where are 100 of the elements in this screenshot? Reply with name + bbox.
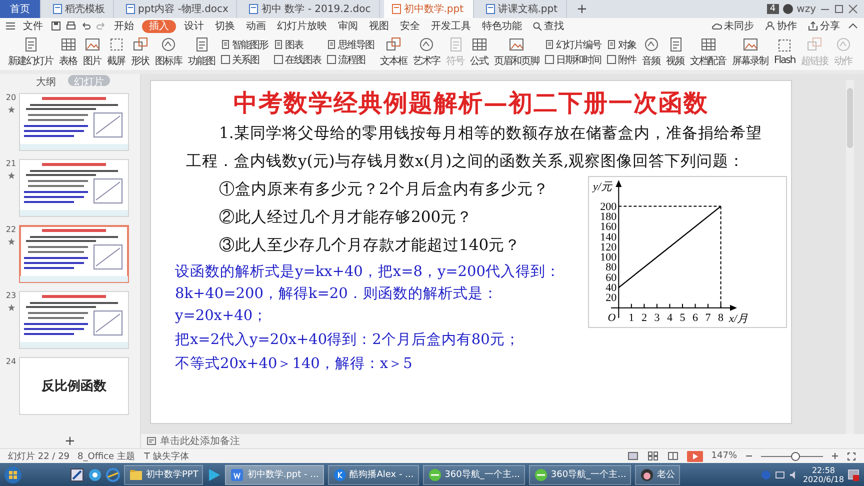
taskbar-button[interactable]: 酷狗播Alex - ... xyxy=(328,464,419,484)
scrollbar-thumb[interactable] xyxy=(847,88,853,148)
document-tab[interactable]: 初中数学.ppt xyxy=(384,0,474,18)
document-icon xyxy=(194,36,209,52)
ribbon-button[interactable]: 屏幕录制 xyxy=(730,34,770,70)
ribbon-button[interactable]: 图片 xyxy=(81,34,103,70)
toolbar-button[interactable]: 协作 xyxy=(762,20,800,32)
ribbon-button[interactable]: 对象 xyxy=(607,38,636,51)
ribbon-button[interactable]: 形状 xyxy=(129,34,151,70)
ribbon-button[interactable]: 文本框 xyxy=(378,34,409,70)
menu-tab[interactable]: 视图 xyxy=(366,20,392,32)
ribbon-button[interactable]: 思维导图 xyxy=(327,38,374,51)
ribbon-button[interactable]: 新建幻灯片 xyxy=(6,34,55,70)
ribbon-button[interactable]: 功能图 xyxy=(186,34,217,70)
folder-icon xyxy=(129,468,143,482)
taskbar-button[interactable]: 360导航_一个主... xyxy=(422,464,525,484)
start-orb-icon[interactable] xyxy=(4,466,22,484)
reading-view-icon[interactable] xyxy=(667,451,680,461)
ribbon-button[interactable]: Flash xyxy=(772,34,798,70)
slide-thumbnail[interactable] xyxy=(19,225,129,283)
ribbon-button[interactable]: 幻灯片编号 xyxy=(545,38,601,51)
y-tick-label: 80 xyxy=(606,262,617,274)
grid-view-icon[interactable] xyxy=(647,451,660,461)
zoom-slider-thumb[interactable] xyxy=(791,452,800,460)
x-tick-label: 4 xyxy=(666,312,672,324)
maximize-icon[interactable] xyxy=(834,4,844,14)
network-icon[interactable] xyxy=(774,470,785,480)
taskbar-button[interactable]: 老公 xyxy=(635,464,680,484)
menu-tab[interactable]: 审阅 xyxy=(335,20,361,32)
desktop-icon[interactable] xyxy=(70,468,84,482)
tick-mark xyxy=(682,303,683,308)
origin-label: O xyxy=(608,312,616,324)
ribbon-button[interactable]: 视频 xyxy=(664,34,686,70)
tick-mark xyxy=(630,303,632,308)
slide-thumbnail[interactable] xyxy=(19,159,129,217)
ribbon-button[interactable]: 公式 xyxy=(468,34,490,70)
document-tab[interactable]: 首页 xyxy=(0,0,41,18)
ribbon-button[interactable]: 艺术字 xyxy=(411,34,442,70)
document-icon xyxy=(221,40,230,49)
menu-tab[interactable]: 安全 xyxy=(397,20,423,32)
print-icon[interactable] xyxy=(66,21,76,31)
chevron-up-icon[interactable] xyxy=(848,21,858,31)
menu-tab[interactable]: 设计 xyxy=(181,20,207,32)
toolbar-button[interactable]: 未同步 xyxy=(709,20,757,32)
window-count-badge[interactable]: 4 xyxy=(766,4,779,14)
ribbon-button[interactable]: 音频 xyxy=(640,34,662,70)
save-icon[interactable] xyxy=(51,21,61,31)
slide-thumbnail[interactable] xyxy=(19,291,129,349)
avatar-icon xyxy=(782,4,793,14)
tick-mark xyxy=(694,303,696,308)
menu-tab[interactable]: 开始 xyxy=(111,20,137,32)
toolbar-button[interactable]: 分享 xyxy=(805,20,843,32)
zoom-in-icon[interactable] xyxy=(831,452,839,460)
show-desktop-icon[interactable] xyxy=(848,468,860,480)
taskbar-button[interactable]: 360导航_一个主... xyxy=(528,464,632,484)
menu-icon[interactable] xyxy=(6,22,15,30)
document-icon xyxy=(230,468,244,482)
missing-fonts-button[interactable]: 缺失字体 xyxy=(142,450,189,462)
add-slide-button[interactable]: + xyxy=(64,434,76,448)
notes-field[interactable]: 单击此处添加备注 xyxy=(141,434,864,448)
slide-thumbnail[interactable]: 反比例函数 xyxy=(19,357,129,415)
play-icon[interactable] xyxy=(207,468,222,482)
clock[interactable]: 22:58 2020/6/18 xyxy=(802,466,844,484)
close-icon[interactable] xyxy=(848,4,858,14)
font-icon xyxy=(142,452,151,460)
ribbon-button[interactable]: 附件 xyxy=(607,53,636,66)
menu-tab[interactable]: 切换 xyxy=(212,20,238,32)
ribbon-button[interactable]: 流程图 xyxy=(327,53,374,66)
slide-number: 22 xyxy=(6,225,16,234)
undo-icon[interactable] xyxy=(81,21,91,31)
browser-icon[interactable] xyxy=(106,468,120,482)
ribbon-button[interactable]: 截屏 xyxy=(105,34,127,70)
ribbon-button[interactable]: 图标库 xyxy=(153,34,184,70)
ribbon-button[interactable]: 文档配音 xyxy=(688,34,728,70)
user-name[interactable]: wzy xyxy=(796,4,816,14)
ribbon-button[interactable]: 图表 xyxy=(274,38,321,51)
menu-tab[interactable]: 开发工具 xyxy=(428,20,474,32)
square-icon xyxy=(274,55,283,64)
document-icon xyxy=(126,4,135,14)
new-tab-button[interactable]: + xyxy=(570,2,594,16)
fit-icon[interactable] xyxy=(847,452,856,460)
ribbon-button[interactable]: 关系图 xyxy=(221,53,268,66)
ribbon-button[interactable]: 日期和时间 xyxy=(545,53,601,66)
question-text: ②此人经过几个月才能存够200元？ xyxy=(219,207,474,228)
zoom-reading[interactable]: 147% xyxy=(711,451,737,461)
menu-tab[interactable]: 动画 xyxy=(243,20,269,32)
normal-view-icon[interactable] xyxy=(627,451,640,461)
play-button-icon[interactable] xyxy=(687,450,704,462)
ribbon-button[interactable]: 智能图形 xyxy=(221,38,268,51)
taskbar-button[interactable]: 初中数学PPT xyxy=(124,464,204,484)
file-menu[interactable]: 文件 xyxy=(20,20,46,32)
y-tick-label: 40 xyxy=(606,282,617,294)
ribbon-button[interactable]: 表格 xyxy=(57,34,79,70)
panel-tab[interactable]: 大纲 xyxy=(30,75,62,86)
ribbon-button[interactable]: 在线图表 xyxy=(274,53,321,66)
menu-tab[interactable]: 幻灯片放映 xyxy=(274,20,330,32)
search-button[interactable]: 查找 xyxy=(530,20,567,32)
menu-tab[interactable]: 特色功能 xyxy=(479,20,525,32)
slide-thumbnail[interactable] xyxy=(19,93,129,151)
ribbon-button[interactable]: 页眉和页脚 xyxy=(492,34,541,70)
